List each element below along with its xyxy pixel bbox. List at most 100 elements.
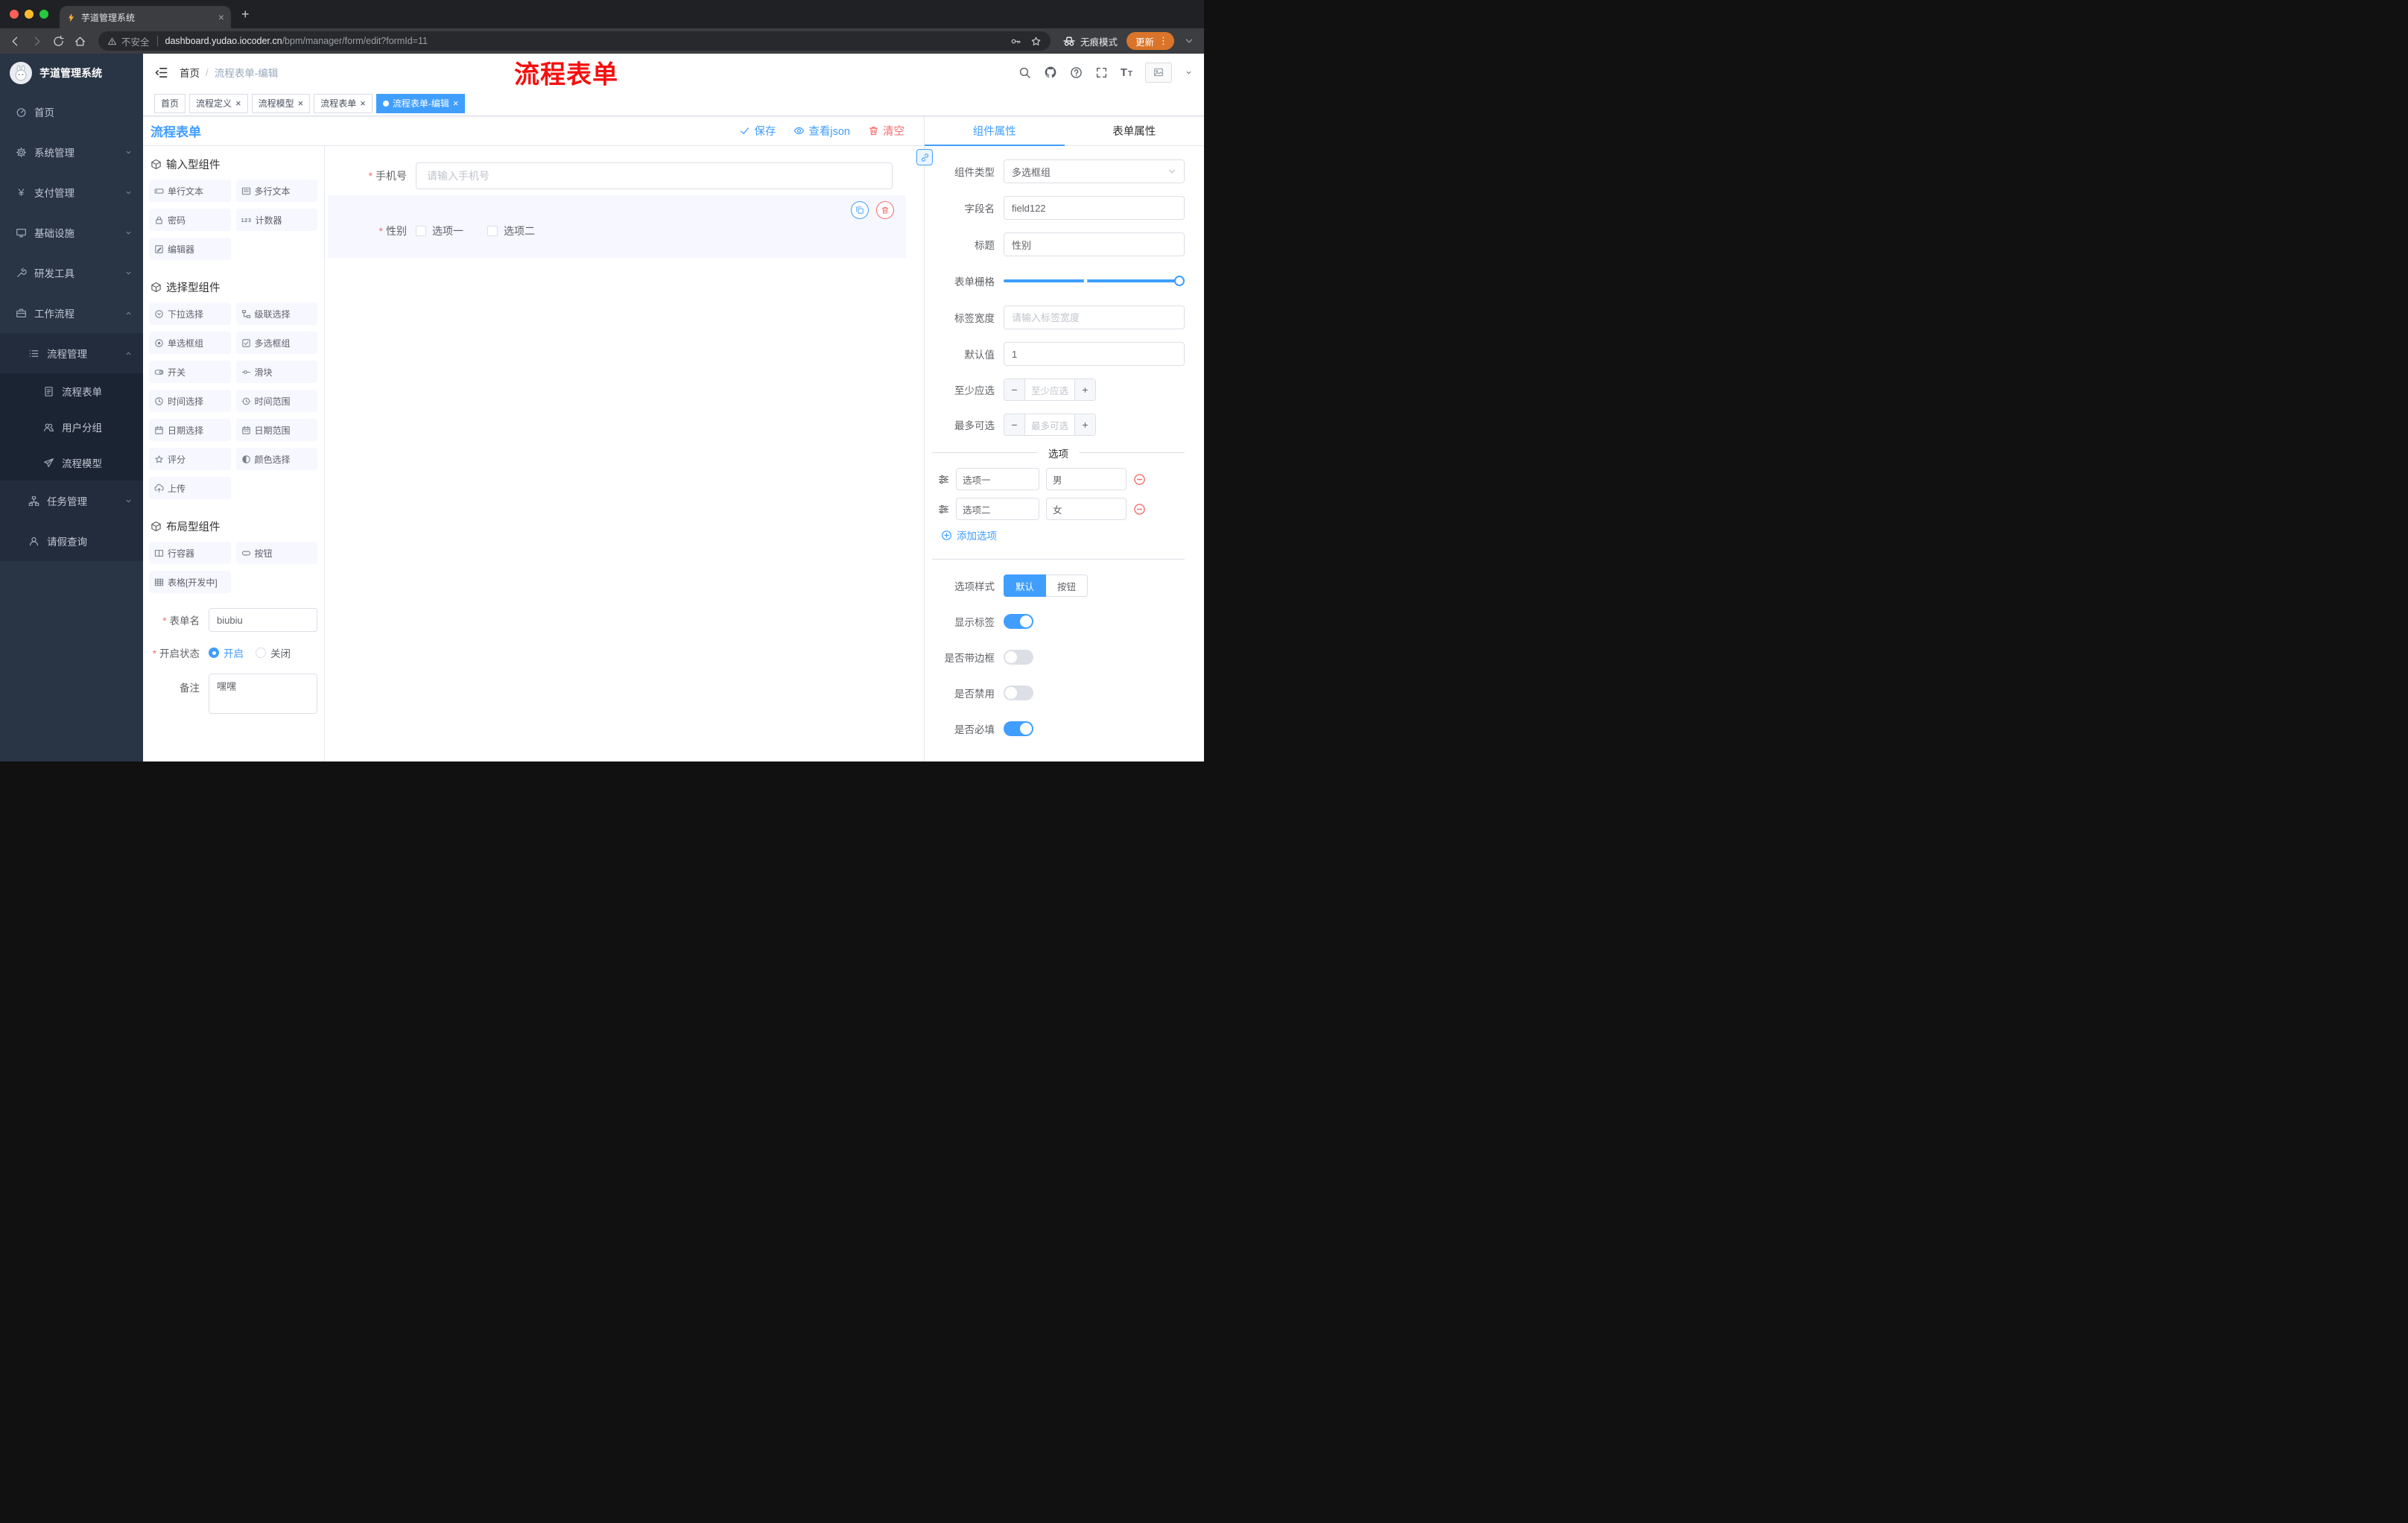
tab-close-icon[interactable]: [218, 12, 224, 22]
component-type-select[interactable]: 多选框组: [1004, 159, 1185, 183]
tag-process-model[interactable]: 流程模型: [251, 93, 311, 113]
palette-item-color-picker[interactable]: 颜色选择: [235, 448, 317, 470]
palette-item-button[interactable]: 按钮: [235, 542, 317, 564]
toolbar-chevron-icon[interactable]: [1183, 35, 1195, 47]
breadcrumb-home[interactable]: 首页: [180, 65, 200, 80]
copy-widget-button[interactable]: [851, 201, 869, 219]
slider-track[interactable]: [1004, 276, 1185, 286]
palette-item-single-line-text[interactable]: 单行文本: [149, 180, 231, 202]
tag-close-icon[interactable]: [235, 98, 241, 108]
close-window-button[interactable]: [10, 10, 19, 19]
option-value-input[interactable]: [1046, 468, 1127, 490]
style-button-button[interactable]: 按钮: [1046, 574, 1089, 597]
palette-item-upload[interactable]: 上传: [149, 477, 231, 499]
sidebar-item-user-groups[interactable]: 用户分组: [0, 409, 143, 445]
palette-item-table[interactable]: 表格[开发中]: [149, 571, 231, 593]
new-tab-button[interactable]: [241, 7, 250, 21]
sidebar-item-dev-tools[interactable]: 研发工具: [0, 253, 143, 293]
tab-form-props[interactable]: 表单属性: [1065, 116, 1205, 145]
palette-item-date-range[interactable]: 日期范围: [235, 419, 317, 441]
tag-process-definition[interactable]: 流程定义: [189, 93, 248, 113]
app-logo[interactable]: 芋道管理系统: [0, 54, 143, 92]
tag-process-form-edit[interactable]: 流程表单-编辑: [376, 93, 466, 113]
phone-input[interactable]: [416, 162, 893, 189]
sidebar-item-process-form[interactable]: 流程表单: [0, 373, 143, 409]
field-name-input[interactable]: [1004, 196, 1185, 220]
tag-close-icon[interactable]: [360, 98, 366, 108]
increase-button[interactable]: [1074, 414, 1095, 435]
avatar-dropdown-icon[interactable]: [1185, 69, 1193, 77]
palette-item-radio-group[interactable]: 单选框组: [149, 332, 231, 354]
palette-item-checkbox-group[interactable]: 多选框组: [235, 332, 317, 354]
minimize-window-button[interactable]: [25, 10, 34, 19]
form-remark-textarea[interactable]: 嘿嘿: [209, 674, 317, 714]
search-icon[interactable]: [1018, 66, 1031, 79]
label-width-input[interactable]: [1004, 305, 1185, 329]
sidebar-item-process-mgmt[interactable]: 流程管理: [0, 333, 143, 373]
gender-option2-checkbox[interactable]: 选项二: [487, 224, 535, 238]
tag-close-icon[interactable]: [298, 98, 304, 108]
option-value-input[interactable]: [1046, 498, 1127, 520]
gender-option1-checkbox[interactable]: 选项一: [416, 224, 463, 238]
browser-menu-icon[interactable]: [1156, 35, 1170, 47]
option-label-input[interactable]: [956, 468, 1039, 490]
browser-tab[interactable]: 芋道管理系统: [60, 6, 231, 28]
selected-widget-gender[interactable]: 性别 选项一 选项二: [328, 195, 906, 258]
form-name-input[interactable]: [209, 608, 317, 632]
forward-icon[interactable]: [31, 35, 43, 48]
increase-button[interactable]: [1074, 379, 1095, 400]
add-option-button[interactable]: 添加选项: [941, 528, 1185, 542]
sidebar-item-payment-mgmt[interactable]: 支付管理: [0, 172, 143, 212]
save-button[interactable]: 保存: [739, 123, 776, 139]
user-avatar[interactable]: [1145, 62, 1172, 83]
github-icon[interactable]: [1044, 66, 1057, 79]
remove-option-icon[interactable]: [1133, 503, 1146, 516]
slider-handle[interactable]: [1174, 276, 1185, 286]
delete-widget-button[interactable]: [876, 201, 894, 219]
sidebar-item-workflow[interactable]: 工作流程: [0, 293, 143, 333]
sidebar-toggle-icon[interactable]: [154, 66, 168, 80]
help-icon[interactable]: [1070, 66, 1083, 79]
palette-item-password[interactable]: 密码: [149, 209, 231, 231]
drag-handle-icon[interactable]: [938, 504, 949, 515]
show-label-switch[interactable]: [1004, 614, 1033, 629]
decrease-button[interactable]: [1004, 414, 1025, 435]
disabled-switch[interactable]: [1004, 685, 1033, 700]
default-value-input[interactable]: [1004, 342, 1185, 366]
palette-item-time-range[interactable]: 时间范围: [235, 390, 317, 412]
back-icon[interactable]: [9, 35, 22, 48]
palette-item-cascader[interactable]: 级联选择: [235, 303, 317, 325]
border-switch[interactable]: [1004, 650, 1033, 665]
remove-option-icon[interactable]: [1133, 473, 1146, 486]
tag-process-form[interactable]: 流程表单: [314, 93, 373, 113]
sidebar-item-task-mgmt[interactable]: 任务管理: [0, 481, 143, 521]
password-key-icon[interactable]: [1010, 36, 1021, 47]
tab-component-props[interactable]: 组件属性: [925, 116, 1065, 146]
view-json-button[interactable]: 查看json: [793, 123, 850, 139]
fullscreen-icon[interactable]: [1095, 66, 1108, 79]
bookmark-star-icon[interactable]: [1030, 36, 1042, 47]
font-size-icon[interactable]: [1121, 66, 1132, 79]
clear-button[interactable]: 清空: [868, 123, 904, 139]
tag-close-icon[interactable]: [453, 98, 459, 108]
sidebar-item-process-model[interactable]: 流程模型: [0, 445, 143, 481]
form-canvas[interactable]: 手机号 性别: [325, 146, 924, 762]
palette-item-row-container[interactable]: 行容器: [149, 542, 231, 564]
max-select-value[interactable]: 最多可选: [1025, 414, 1074, 435]
title-input[interactable]: [1004, 232, 1185, 256]
palette-item-slider[interactable]: 滑块: [235, 361, 317, 383]
palette-item-counter[interactable]: 计数器: [235, 209, 317, 231]
required-switch[interactable]: [1004, 721, 1033, 736]
status-on-radio[interactable]: 开启: [209, 645, 244, 660]
palette-item-editor[interactable]: 编辑器: [149, 238, 231, 260]
palette-item-time-picker[interactable]: 时间选择: [149, 390, 231, 412]
tag-home[interactable]: 首页: [154, 93, 186, 113]
sidebar-item-infrastructure[interactable]: 基础设施: [0, 212, 143, 253]
palette-item-multi-line-text[interactable]: 多行文本: [235, 180, 317, 202]
style-default-button[interactable]: 默认: [1004, 574, 1047, 597]
palette-item-date-picker[interactable]: 日期选择: [149, 419, 231, 441]
status-off-radio[interactable]: 关闭: [256, 645, 291, 660]
drag-handle-icon[interactable]: [938, 474, 949, 485]
form-grid-slider[interactable]: [1004, 269, 1185, 293]
min-select-value[interactable]: 至少应选: [1025, 379, 1074, 400]
